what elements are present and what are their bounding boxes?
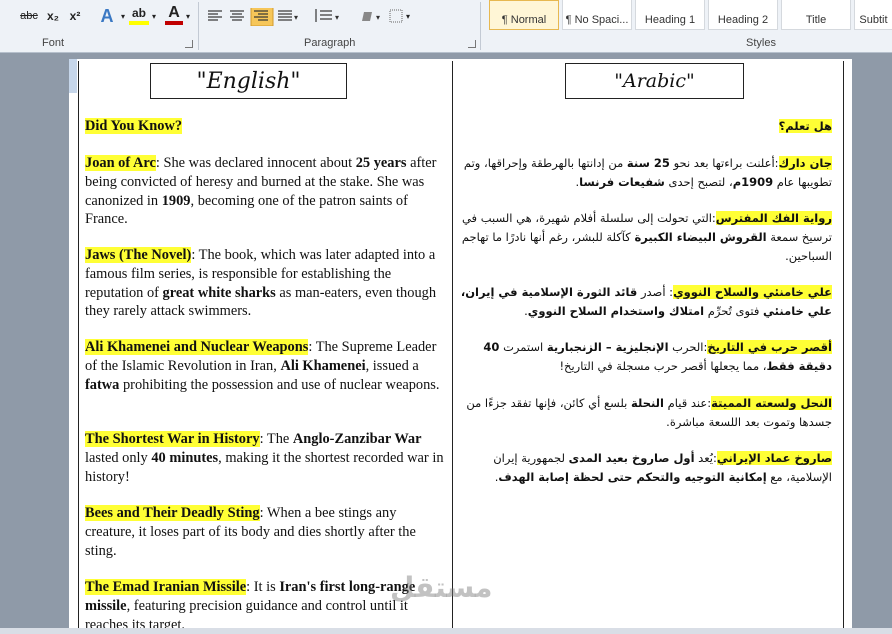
arabic-item-5: النحل ولسعته المميتة:عند قيام النحلة بلس… (466, 396, 832, 430)
ribbon: abc x₂ x² A ▾ ab ▾ A ▾ Font ▾ ▾ ▾ ▾ Para… (0, 0, 892, 53)
text-effects-button[interactable]: A (96, 5, 118, 27)
borders-icon[interactable] (389, 9, 403, 23)
table-border-right (843, 61, 844, 634)
watermark-logo: مستقل (390, 571, 493, 604)
styles-group-label: Styles (746, 37, 776, 49)
style-heading-1[interactable]: Heading 1 (635, 0, 705, 30)
document-page[interactable]: "English" "Arabic" Did You Know? Joan of… (69, 59, 852, 634)
font-color-button[interactable]: A (165, 4, 183, 25)
font-group-label: Font (42, 37, 65, 49)
chevron-down-icon[interactable]: ▾ (404, 5, 412, 27)
english-item-1: Joan of Arc: She was declared innocent a… (85, 155, 437, 228)
english-intro: Did You Know? (85, 118, 183, 134)
dialog-launcher-icon[interactable] (185, 40, 193, 48)
arabic-item-1: جان دارك:أعلنت براءتها بعد نحو 25 سنة من… (463, 156, 832, 190)
style-normal[interactable]: ¶ Normal (489, 0, 559, 30)
chevron-down-icon[interactable]: ▾ (184, 5, 192, 27)
superscript-button[interactable]: x² (66, 5, 84, 27)
status-bar (0, 628, 892, 634)
shading-icon[interactable] (362, 12, 372, 21)
style-no-spacing[interactable]: ¶ No Spaci... (562, 0, 632, 30)
english-item-2: Jaws (The Novel): The book, which was la… (85, 247, 437, 320)
style-title[interactable]: Title (781, 0, 851, 30)
arabic-intro: هل تعلم؟ (778, 119, 832, 133)
chevron-down-icon[interactable]: ▾ (294, 13, 298, 22)
english-item-4: The Shortest War in History: The Anglo-Z… (85, 431, 444, 485)
highlight-button[interactable]: ab (129, 5, 149, 25)
style-heading-2[interactable]: Heading 2 (708, 0, 778, 30)
dialog-launcher-icon[interactable] (468, 40, 476, 48)
chevron-down-icon[interactable]: ▾ (119, 5, 127, 27)
paragraph-group-label: Paragraph (304, 37, 356, 49)
chevron-down-icon[interactable]: ▾ (150, 5, 158, 27)
english-item-3: Ali Khamenei and Nuclear Weapons: The Su… (85, 339, 440, 393)
chevron-down-icon[interactable]: ▾ (376, 13, 380, 22)
arabic-item-6: صاروخ عماد الإيراني:يُعد أول صاروخ بعيد … (493, 451, 832, 485)
page-margin-marker (69, 59, 77, 93)
document-area: "English" "Arabic" Did You Know? Joan of… (0, 53, 892, 634)
justify-icon[interactable] (278, 10, 292, 21)
strikethrough-button[interactable]: abc (18, 5, 40, 27)
english-column-title: "English" (150, 63, 347, 99)
group-separator (480, 2, 481, 50)
align-center-icon[interactable] (230, 10, 244, 21)
table-border-middle (452, 61, 453, 634)
subscript-button[interactable]: x₂ (44, 5, 62, 27)
chevron-down-icon[interactable]: ▾ (335, 13, 339, 22)
arabic-item-4: أقصر حرب في التاريخ:الحرب الإنجليزية – ا… (483, 340, 832, 374)
line-spacing-icon[interactable] (315, 9, 332, 22)
table-border-left (78, 61, 79, 634)
english-item-5: Bees and Their Deadly Sting: When a bee … (85, 505, 416, 559)
arabic-item-3: علي خامنئي والسلاح النووي: أصدر قائد الث… (460, 285, 832, 319)
arabic-column-title: "Arabic" (565, 63, 744, 99)
group-separator (198, 2, 199, 50)
paragraph-toolbar: ▾ ▾ ▾ (208, 8, 403, 26)
align-left-icon[interactable] (208, 10, 222, 21)
bilingual-table: "English" "Arabic" Did You Know? Joan of… (78, 61, 844, 634)
arabic-item-2: رواية الفك المفترس:التي تحولت إلى سلسلة … (461, 211, 832, 263)
style-subtitle[interactable]: Subtit (854, 0, 892, 30)
